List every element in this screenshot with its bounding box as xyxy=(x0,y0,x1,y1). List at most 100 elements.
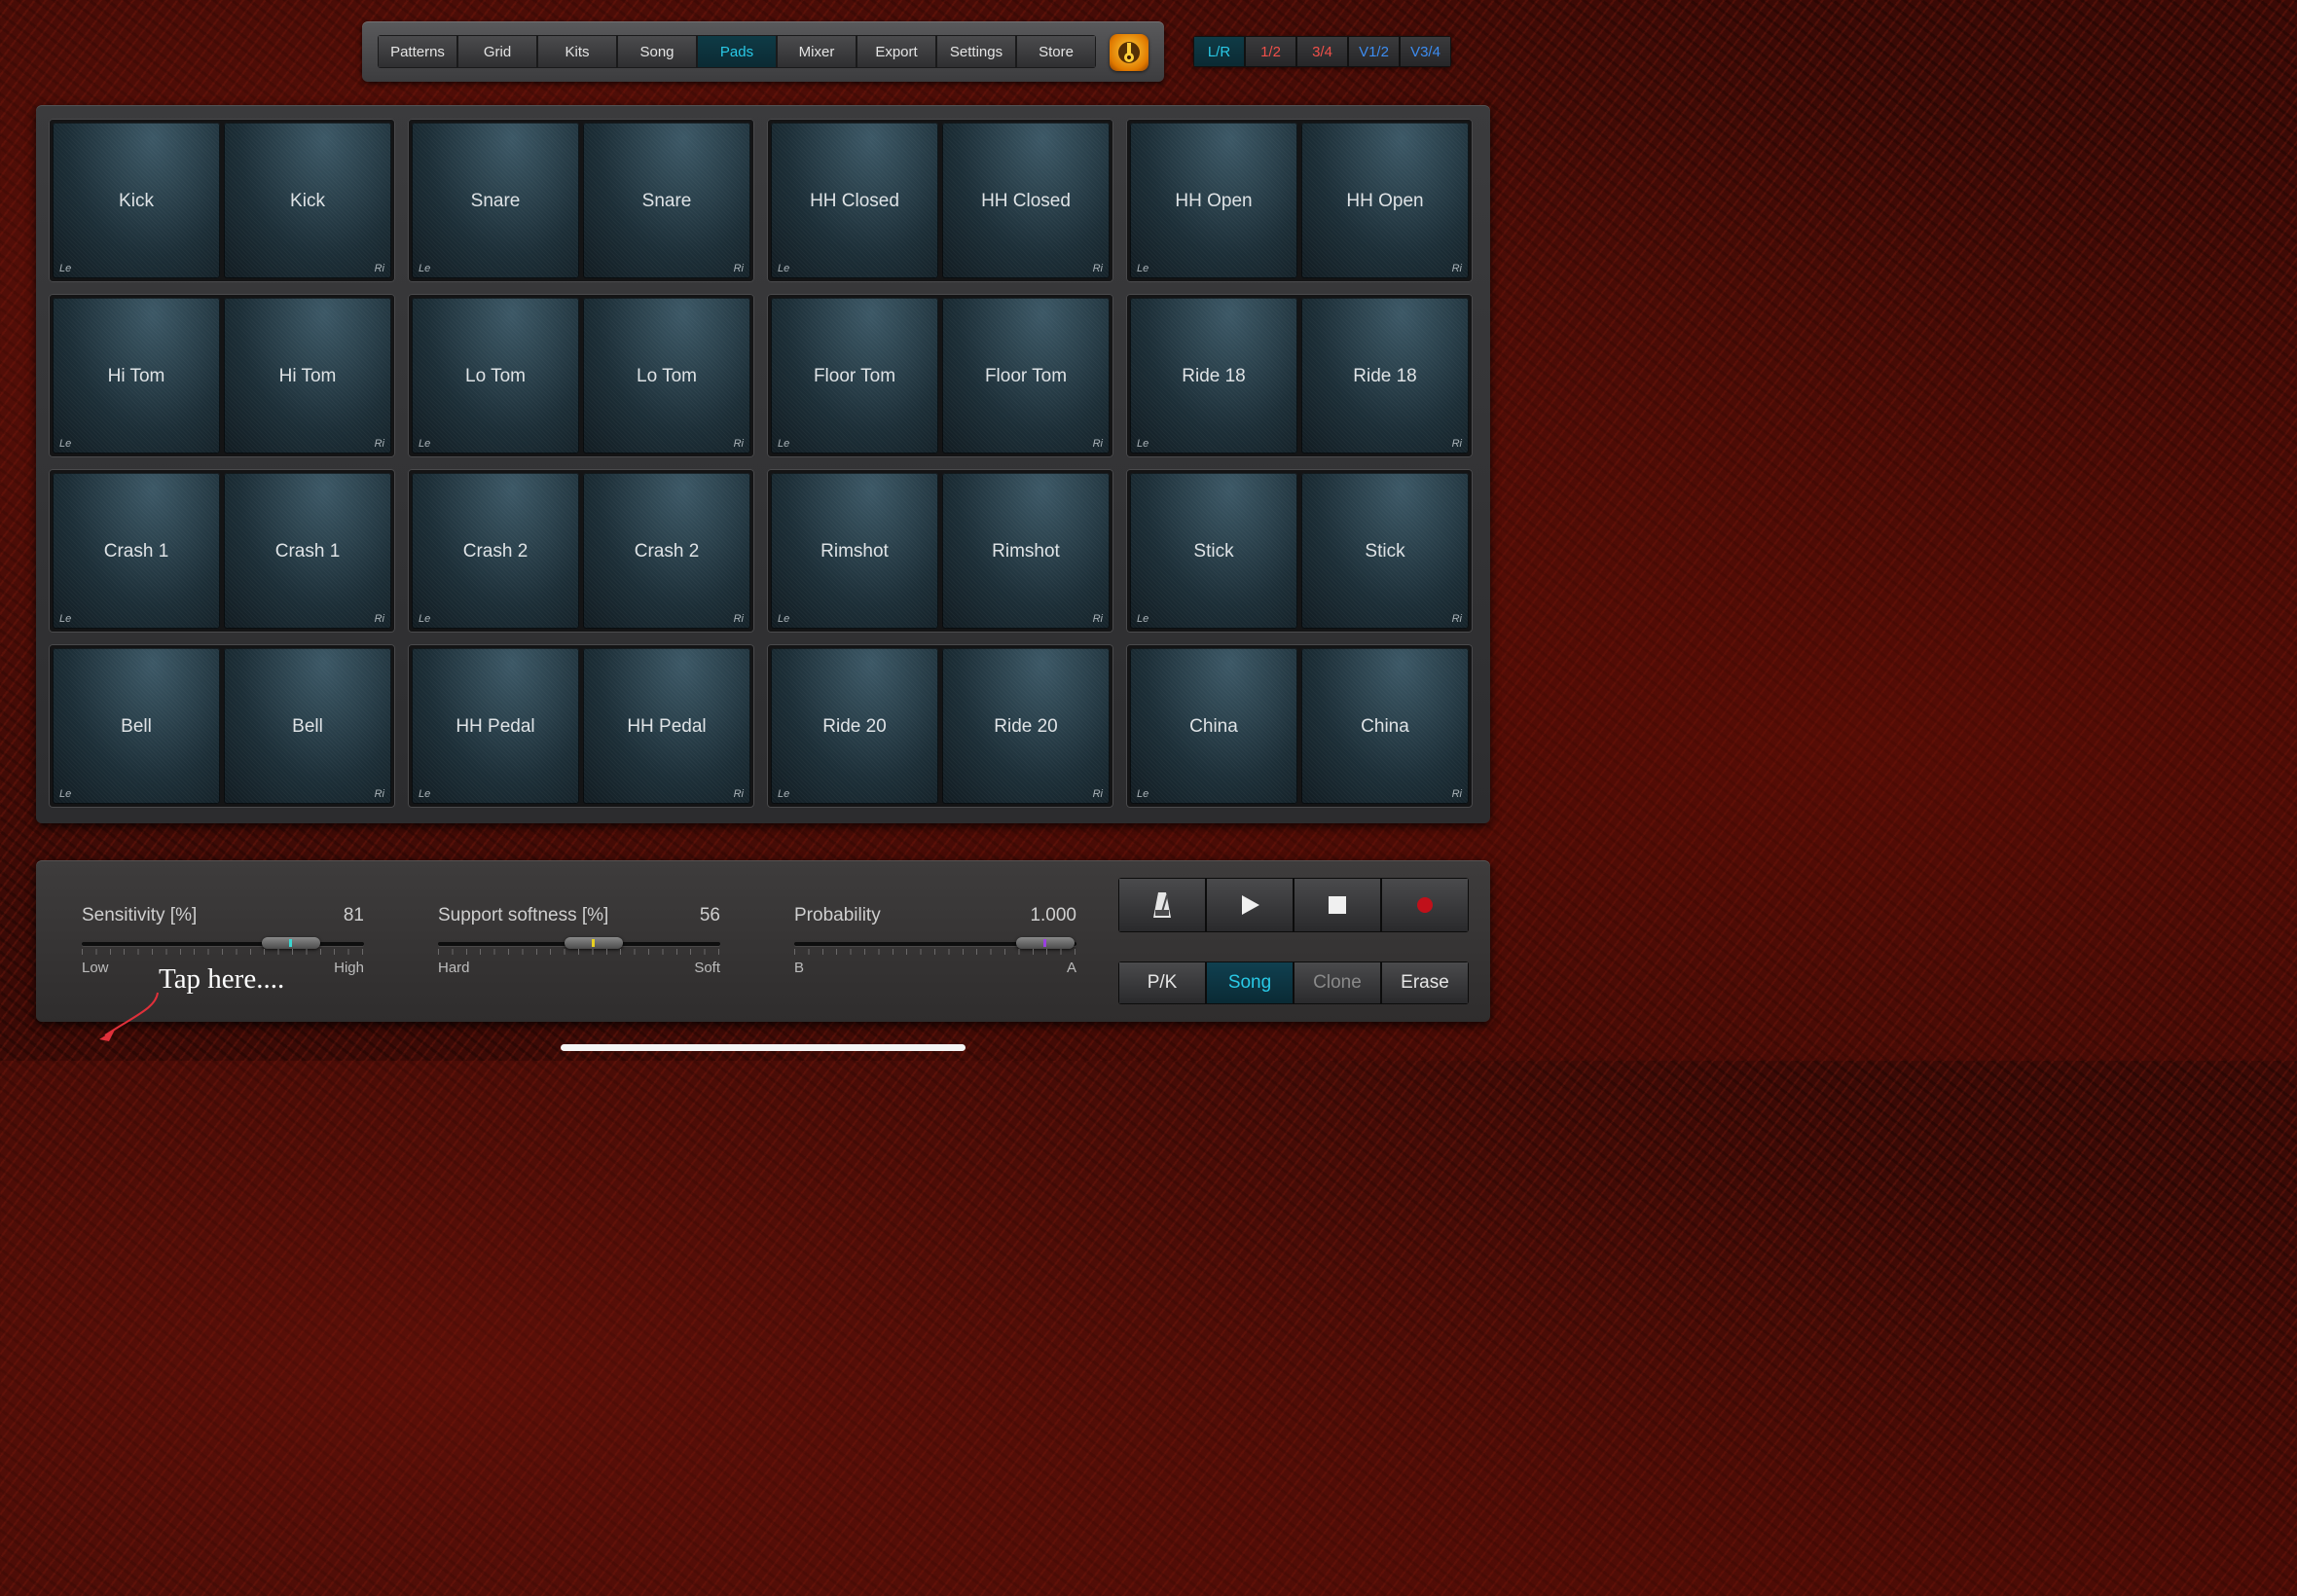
metronome-button[interactable] xyxy=(1119,879,1205,931)
pad-label: Crash 1 xyxy=(103,541,169,562)
right-tag: Ri xyxy=(1092,438,1103,450)
pad-bell-left[interactable]: Bell Le xyxy=(53,648,220,804)
pad-stick-left[interactable]: Stick Le xyxy=(1130,473,1297,629)
pad-pair-bell: Bell Le Bell Ri xyxy=(49,644,395,808)
pad-pair-snare: Snare Le Snare Ri xyxy=(408,119,754,282)
pad-hh-open-left[interactable]: HH Open Le xyxy=(1130,123,1297,278)
tab-pads[interactable]: Pads xyxy=(698,36,776,67)
right-tag: Ri xyxy=(1451,263,1462,274)
stop-button[interactable] xyxy=(1294,879,1380,931)
channel-3-4[interactable]: 3/4 xyxy=(1297,37,1347,66)
left-tag: Le xyxy=(1137,438,1149,450)
tab-song[interactable]: Song xyxy=(618,36,696,67)
pad-floor-tom-left[interactable]: Floor Tom Le xyxy=(771,298,938,453)
pad-floor-tom-right[interactable]: Floor Tom Ri xyxy=(942,298,1110,453)
pad-pair-ride-20: Ride 20 Le Ride 20 Ri xyxy=(767,644,1113,808)
pad-bell-right[interactable]: Bell Ri xyxy=(224,648,391,804)
pad-hh-pedal-right[interactable]: HH Pedal Ri xyxy=(583,648,750,804)
right-tag: Ri xyxy=(733,613,744,625)
pad-ride-20-left[interactable]: Ride 20 Le xyxy=(771,648,938,804)
tab-settings[interactable]: Settings xyxy=(937,36,1015,67)
drum-logo-icon[interactable] xyxy=(1110,34,1148,71)
mode-erase-button[interactable]: Erase xyxy=(1382,962,1468,1003)
left-tag: Le xyxy=(419,438,431,450)
slider-track[interactable] xyxy=(438,937,720,949)
tab-patterns[interactable]: Patterns xyxy=(379,36,456,67)
mode-song-button[interactable]: Song xyxy=(1207,962,1293,1003)
tab-kits[interactable]: Kits xyxy=(538,36,616,67)
transport-controls xyxy=(1118,878,1469,932)
pad-pair-hh-closed: HH Closed Le HH Closed Ri xyxy=(767,119,1113,282)
pad-hi-tom-right[interactable]: Hi Tom Ri xyxy=(224,298,391,453)
pad-rimshot-left[interactable]: Rimshot Le xyxy=(771,473,938,629)
pad-rimshot-right[interactable]: Rimshot Ri xyxy=(942,473,1110,629)
pad-ride-18-right[interactable]: Ride 18 Ri xyxy=(1301,298,1469,453)
pad-ride-18-left[interactable]: Ride 18 Le xyxy=(1130,298,1297,453)
pad-crash-2-left[interactable]: Crash 2 Le xyxy=(412,473,579,629)
left-tag: Le xyxy=(778,788,790,800)
pad-label: Floor Tom xyxy=(813,366,896,386)
mode-p-k-button[interactable]: P/K xyxy=(1119,962,1205,1003)
pad-ride-20-right[interactable]: Ride 20 Ri xyxy=(942,648,1110,804)
pad-hh-closed-left[interactable]: HH Closed Le xyxy=(771,123,938,278)
control-panel: Sensitivity [%] 81 Low High Support softness… xyxy=(36,860,1490,1022)
pad-lo-tom-right[interactable]: Lo Tom Ri xyxy=(583,298,750,453)
slider-thumb[interactable] xyxy=(261,937,320,949)
channel-v1-2[interactable]: V1/2 xyxy=(1349,37,1399,66)
tab-export[interactable]: Export xyxy=(857,36,935,67)
play-button[interactable] xyxy=(1207,879,1293,931)
right-tag: Ri xyxy=(1451,613,1462,625)
pad-label: Snare xyxy=(641,191,692,211)
pad-china-left[interactable]: China Le xyxy=(1130,648,1297,804)
home-indicator[interactable] xyxy=(561,1044,966,1051)
right-tag: Ri xyxy=(374,263,384,274)
pad-pair-hi-tom: Hi Tom Le Hi Tom Ri xyxy=(49,294,395,457)
tab-store[interactable]: Store xyxy=(1017,36,1095,67)
record-button[interactable] xyxy=(1382,879,1468,931)
channel-l-r[interactable]: L/R xyxy=(1194,37,1244,66)
pad-kick-left[interactable]: Kick Le xyxy=(53,123,220,278)
pad-china-right[interactable]: China Ri xyxy=(1301,648,1469,804)
slider-max-label: A xyxy=(1066,960,1076,976)
pad-crash-2-right[interactable]: Crash 2 Ri xyxy=(583,473,750,629)
slider-max-label: High xyxy=(334,960,364,976)
channel-v3-4[interactable]: V3/4 xyxy=(1401,37,1450,66)
right-tag: Ri xyxy=(733,788,744,800)
pad-snare-right[interactable]: Snare Ri xyxy=(583,123,750,278)
pad-label: HH Open xyxy=(1346,191,1424,211)
right-tag: Ri xyxy=(1092,788,1103,800)
tab-mixer[interactable]: Mixer xyxy=(778,36,856,67)
pad-hh-open-right[interactable]: HH Open Ri xyxy=(1301,123,1469,278)
pad-snare-left[interactable]: Snare Le xyxy=(412,123,579,278)
pad-hi-tom-left[interactable]: Hi Tom Le xyxy=(53,298,220,453)
right-tag: Ri xyxy=(374,438,384,450)
pad-hh-pedal-left[interactable]: HH Pedal Le xyxy=(412,648,579,804)
slider-track[interactable] xyxy=(794,937,1076,949)
pad-label: Crash 2 xyxy=(634,541,700,562)
pad-label: Rimshot xyxy=(992,541,1060,562)
left-tag: Le xyxy=(778,438,790,450)
mode-buttons: P/K Song Clone Erase xyxy=(1118,961,1469,1004)
slider-probability: Probability 1.000 B A xyxy=(794,903,1076,981)
channel-1-2[interactable]: 1/2 xyxy=(1246,37,1295,66)
right-tag: Ri xyxy=(733,438,744,450)
tab-grid[interactable]: Grid xyxy=(458,36,536,67)
pad-crash-1-left[interactable]: Crash 1 Le xyxy=(53,473,220,629)
pad-label: Ride 20 xyxy=(994,716,1058,737)
pad-crash-1-right[interactable]: Crash 1 Ri xyxy=(224,473,391,629)
pad-pair-crash-1: Crash 1 Le Crash 1 Ri xyxy=(49,469,395,633)
pad-hh-closed-right[interactable]: HH Closed Ri xyxy=(942,123,1110,278)
pad-lo-tom-left[interactable]: Lo Tom Le xyxy=(412,298,579,453)
pad-pair-lo-tom: Lo Tom Le Lo Tom Ri xyxy=(408,294,754,457)
top-navigation-bar: Patterns Grid Kits Song Pads Mixer Export Setti… xyxy=(362,21,1164,82)
pad-pair-hh-pedal: HH Pedal Le HH Pedal Ri xyxy=(408,644,754,808)
pad-pair-china: China Le China Ri xyxy=(1126,644,1473,808)
mode-clone-button[interactable]: Clone xyxy=(1294,962,1380,1003)
record-icon xyxy=(1417,897,1433,913)
slider-thumb[interactable] xyxy=(564,937,623,949)
pad-kick-right[interactable]: Kick Ri xyxy=(224,123,391,278)
slider-track[interactable] xyxy=(82,937,364,949)
pad-label: Crash 2 xyxy=(462,541,529,562)
slider-thumb[interactable] xyxy=(1016,937,1076,949)
pad-stick-right[interactable]: Stick Ri xyxy=(1301,473,1469,629)
